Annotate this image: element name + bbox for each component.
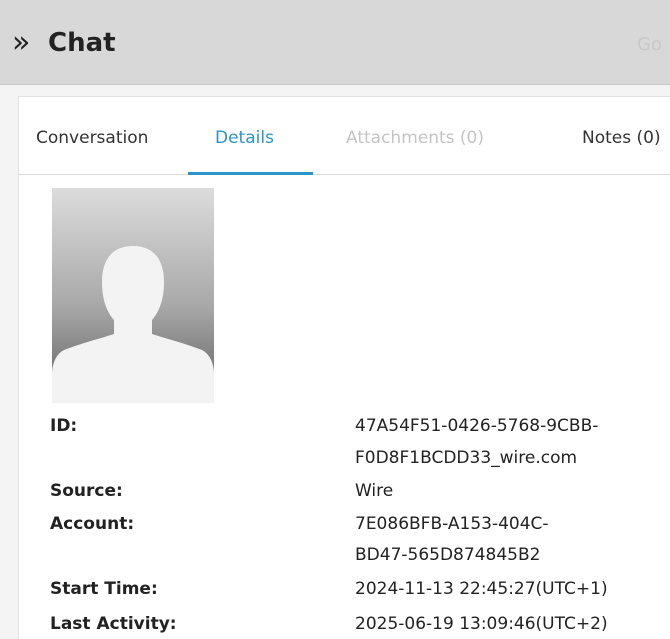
start-time-label: Start Time: [50, 579, 158, 599]
tab-conversation[interactable]: Conversation [36, 127, 148, 149]
avatar [52, 188, 214, 403]
go-button[interactable]: Go [637, 34, 662, 55]
tab-details[interactable]: Details [215, 127, 274, 149]
account-label: Account: [50, 514, 135, 534]
id-value-line1: 47A54F51-0426-5768-9CBB- [355, 416, 599, 436]
account-value-line2: BD47-565D874845B2 [355, 545, 541, 565]
chat-window: » Chat Go Conversation Details Attachmen… [0, 0, 670, 639]
tab-bar: Conversation Details Attachments (0) Not… [19, 97, 670, 175]
active-tab-indicator [188, 172, 313, 175]
id-value-line2: F0D8F1BCDD33_wire.com [355, 448, 578, 468]
source-label: Source: [50, 481, 123, 501]
tab-notes[interactable]: Notes (0) [582, 127, 661, 149]
id-label: ID: [50, 416, 78, 436]
source-value: Wire [355, 481, 394, 501]
page-title: Chat [48, 28, 116, 58]
start-time-value: 2024-11-13 22:45:27(UTC+1) [355, 579, 608, 599]
last-activity-label: Last Activity: [50, 614, 177, 634]
chat-header: » Chat Go [0, 0, 670, 85]
account-value-line1: 7E086BFB-A153-404C- [355, 514, 549, 534]
tab-attachments[interactable]: Attachments (0) [346, 127, 484, 149]
last-activity-value: 2025-06-19 13:09:46(UTC+2) [355, 614, 608, 634]
double-chevron-right-icon[interactable]: » [12, 26, 30, 60]
